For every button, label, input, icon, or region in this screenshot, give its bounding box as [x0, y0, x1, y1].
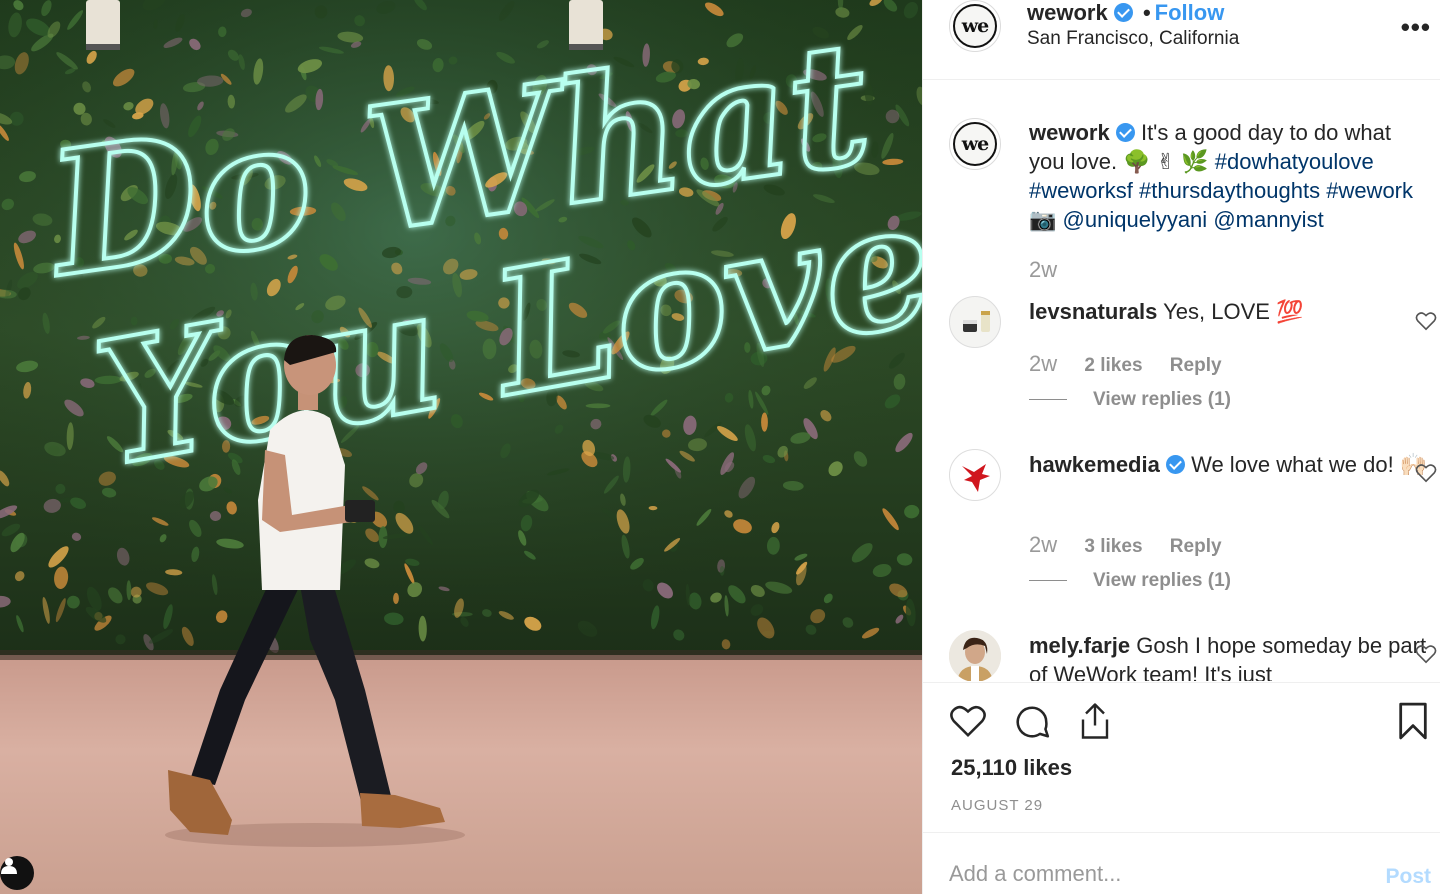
- comment-meta: 2w 3 likes Reply: [1029, 532, 1222, 558]
- post-button[interactable]: Post: [1385, 865, 1431, 889]
- replies-divider: [1029, 399, 1067, 401]
- comment-likes[interactable]: 2 likes: [1084, 355, 1142, 376]
- hashtag-link[interactable]: #weworksf: [1029, 178, 1133, 203]
- reply-button[interactable]: Reply: [1170, 536, 1222, 557]
- comment-time[interactable]: 2w: [1029, 532, 1057, 557]
- header-separator: •: [1142, 0, 1151, 25]
- header-user-line: wework • Follow: [1027, 0, 1224, 26]
- like-heart-icon[interactable]: [949, 703, 987, 739]
- post-photo[interactable]: Do What You Love: [0, 0, 922, 894]
- comment-meta: 2w 2 likes Reply: [1029, 351, 1222, 377]
- view-replies-label: View replies (1): [1093, 570, 1231, 591]
- comment-avatar[interactable]: [949, 630, 1001, 681]
- comment-body: Yes, LOVE 💯: [1163, 299, 1304, 324]
- comment-body: We love what we do! 🙌🏻: [1191, 452, 1428, 477]
- verified-badge-icon: [1113, 3, 1133, 22]
- like-comment-heart-icon[interactable]: [1415, 644, 1437, 664]
- share-icon[interactable]: [1077, 701, 1113, 741]
- header-username[interactable]: wework: [1027, 0, 1108, 25]
- post-actions: 25,110 likes AUGUST 29: [923, 682, 1440, 832]
- caption-time[interactable]: 2w: [1029, 257, 1057, 282]
- comment-avatar[interactable]: [949, 296, 1001, 348]
- comment-bubble-icon[interactable]: [1013, 703, 1051, 741]
- like-comment-heart-icon[interactable]: [1415, 463, 1437, 483]
- foliage-leaf: [719, 566, 725, 576]
- foliage-leaf: [761, 412, 768, 432]
- levsnaturals-logo-icon: [963, 311, 990, 332]
- hawke-bird-logo-icon: [962, 464, 990, 492]
- comment-text: mely.farje Gosh I hope someday be part o…: [1029, 631, 1429, 681]
- view-replies-button[interactable]: View replies (1): [1029, 389, 1231, 411]
- view-replies-button[interactable]: View replies (1): [1029, 570, 1231, 592]
- mention-link[interactable]: @mannyist: [1213, 207, 1323, 232]
- caption-avatar[interactable]: we: [949, 118, 1001, 170]
- photo-illustration: Do What You Love: [0, 0, 922, 894]
- comment-likes[interactable]: 3 likes: [1084, 536, 1142, 557]
- more-options-icon[interactable]: •••: [1401, 12, 1431, 43]
- comment-username[interactable]: hawkemedia: [1029, 452, 1160, 477]
- comment-text: hawkemedia We love what we do! 🙌🏻: [1029, 450, 1429, 479]
- header-location[interactable]: San Francisco, California: [1027, 28, 1239, 50]
- mention-link[interactable]: @uniquelyyani: [1063, 207, 1208, 232]
- bookmark-icon[interactable]: [1397, 701, 1429, 741]
- user-photo-icon: [949, 630, 1001, 681]
- likes-count[interactable]: 25,110 likes: [951, 755, 1072, 781]
- caption-username[interactable]: wework: [1029, 120, 1110, 145]
- comment-username[interactable]: mely.farje: [1029, 633, 1130, 658]
- hashtag-link[interactable]: #dowhatyoulove: [1215, 149, 1374, 174]
- like-comment-heart-icon[interactable]: [1415, 311, 1437, 331]
- verified-badge-icon: [1115, 123, 1135, 142]
- post-date[interactable]: AUGUST 29: [951, 797, 1043, 814]
- camera-emoji: 📷: [1029, 207, 1057, 232]
- verified-badge-icon: [1165, 455, 1185, 474]
- comments-list[interactable]: we wework It's a good day to do what you…: [923, 81, 1440, 681]
- post-side-panel: we wework • Follow San Francisco, Califor…: [922, 0, 1440, 894]
- person-icon: [1, 858, 17, 874]
- post-header: we wework • Follow San Francisco, Califor…: [923, 0, 1440, 80]
- follow-button[interactable]: Follow: [1155, 0, 1225, 25]
- comment-username[interactable]: levsnaturals: [1029, 299, 1157, 324]
- caption-meta: 2w: [1029, 257, 1057, 283]
- replies-divider: [1029, 580, 1067, 582]
- reply-button[interactable]: Reply: [1170, 355, 1222, 376]
- comment-avatar[interactable]: [949, 449, 1001, 501]
- header-avatar[interactable]: we: [949, 0, 1001, 52]
- add-comment-input[interactable]: [949, 861, 1369, 887]
- tagged-user-icon[interactable]: [0, 856, 34, 890]
- wework-logo: we: [953, 4, 997, 48]
- hashtag-link[interactable]: #wework: [1326, 178, 1413, 203]
- view-replies-label: View replies (1): [1093, 389, 1231, 410]
- caption-text: wework It's a good day to do what you lo…: [1029, 118, 1429, 234]
- comment-text: levsnaturals Yes, LOVE 💯: [1029, 297, 1429, 326]
- comment-time[interactable]: 2w: [1029, 351, 1057, 376]
- wework-logo: we: [953, 122, 997, 166]
- hashtag-link[interactable]: #thursdaythoughts: [1139, 178, 1320, 203]
- add-comment-bar: Post: [923, 832, 1440, 894]
